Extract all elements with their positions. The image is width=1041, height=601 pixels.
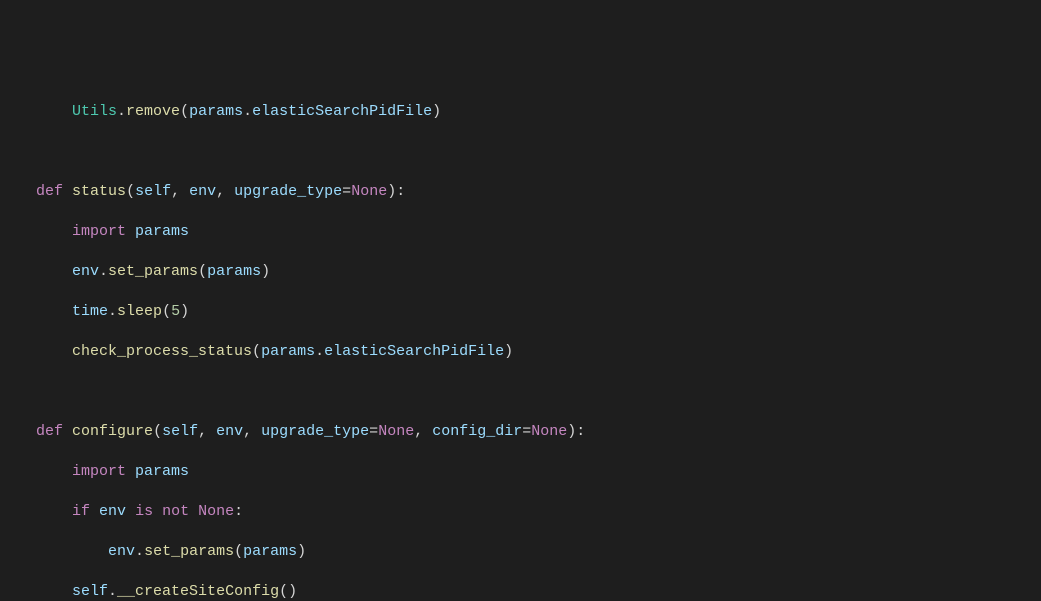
code-line: env.set_params(params) xyxy=(0,542,1041,562)
method-name: sleep xyxy=(117,303,162,320)
indent xyxy=(0,183,36,200)
keyword-none: None xyxy=(351,183,387,200)
identifier: params xyxy=(135,463,189,480)
identifier: env xyxy=(216,423,243,440)
indent xyxy=(0,303,72,320)
keyword-import: import xyxy=(72,463,126,480)
code-editor[interactable]: Utils.remove(params.elasticSearchPidFile… xyxy=(0,82,1041,601)
indent xyxy=(0,263,72,280)
method-name: set_params xyxy=(144,543,234,560)
indent xyxy=(0,583,72,600)
indent xyxy=(0,103,72,120)
code-line-blank xyxy=(0,142,1041,162)
code-line: def configure(self, env, upgrade_type=No… xyxy=(0,422,1041,442)
identifier: params xyxy=(261,343,315,360)
identifier: env xyxy=(99,503,126,520)
class-name: Utils xyxy=(72,103,117,120)
identifier: upgrade_type xyxy=(261,423,369,440)
identifier: params xyxy=(207,263,261,280)
function-name: status xyxy=(72,183,126,200)
indent xyxy=(0,343,72,360)
code-line: import params xyxy=(0,222,1041,242)
keyword-if: if xyxy=(72,503,90,520)
code-line: check_process_status(params.elasticSearc… xyxy=(0,342,1041,362)
keyword-def: def xyxy=(36,423,63,440)
identifier: env xyxy=(189,183,216,200)
identifier: self xyxy=(135,183,171,200)
code-line-blank xyxy=(0,382,1041,402)
code-line: env.set_params(params) xyxy=(0,262,1041,282)
keyword-import: import xyxy=(72,223,126,240)
identifier: config_dir xyxy=(432,423,522,440)
code-line: import params xyxy=(0,462,1041,482)
indent xyxy=(0,543,108,560)
identifier: self xyxy=(72,583,108,600)
keyword-isnot: is not xyxy=(135,503,189,520)
code-line: self.__createSiteConfig() xyxy=(0,582,1041,601)
keyword-def: def xyxy=(36,183,63,200)
indent xyxy=(0,503,72,520)
method-name: __createSiteConfig xyxy=(117,583,279,600)
method-name: remove xyxy=(126,103,180,120)
identifier: elasticSearchPidFile xyxy=(324,343,504,360)
code-line: Utils.remove(params.elasticSearchPidFile… xyxy=(0,102,1041,122)
identifier: elasticSearchPidFile xyxy=(252,103,432,120)
identifier: params xyxy=(135,223,189,240)
identifier: time xyxy=(72,303,108,320)
code-line: def status(self, env, upgrade_type=None)… xyxy=(0,182,1041,202)
method-name: set_params xyxy=(108,263,198,280)
indent xyxy=(0,223,72,240)
keyword-none: None xyxy=(531,423,567,440)
identifier: params xyxy=(243,543,297,560)
indent xyxy=(0,423,36,440)
identifier: env xyxy=(108,543,135,560)
code-line: time.sleep(5) xyxy=(0,302,1041,322)
code-line: if env is not None: xyxy=(0,502,1041,522)
identifier: params xyxy=(189,103,243,120)
indent xyxy=(0,463,72,480)
identifier: upgrade_type xyxy=(234,183,342,200)
keyword-none: None xyxy=(378,423,414,440)
number-literal: 5 xyxy=(171,303,180,320)
function-name: configure xyxy=(72,423,153,440)
identifier: self xyxy=(162,423,198,440)
keyword-none: None xyxy=(198,503,234,520)
identifier: env xyxy=(72,263,99,280)
function-name: check_process_status xyxy=(72,343,252,360)
